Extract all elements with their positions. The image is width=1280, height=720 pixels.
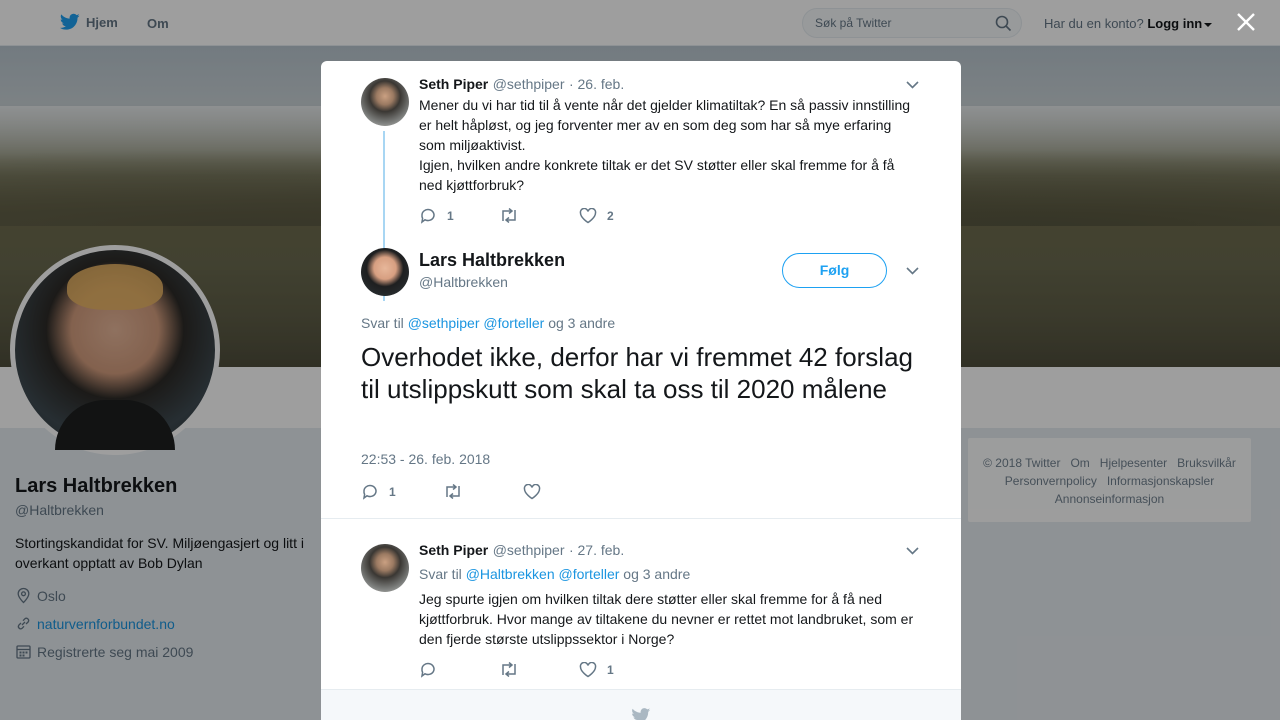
close-icon[interactable] xyxy=(1236,12,1256,32)
like-action[interactable]: 2 xyxy=(579,207,614,224)
tweet-actions: 1 xyxy=(419,661,614,678)
heart-icon xyxy=(579,661,597,677)
avatar[interactable] xyxy=(361,544,409,592)
avatar[interactable] xyxy=(361,248,409,296)
reply-prefix: Svar til xyxy=(419,566,462,582)
chevron-down-icon[interactable] xyxy=(906,81,919,89)
reply-icon xyxy=(362,484,377,500)
reply-count: 1 xyxy=(447,208,454,223)
reply-icon xyxy=(420,208,435,224)
reply-action[interactable]: 1 xyxy=(361,483,443,500)
main-tweet-author-name[interactable]: Lars Haltbrekken xyxy=(419,250,565,271)
tweet-header: Seth Piper @sethpiper · 26. feb. xyxy=(419,76,624,94)
retweet-icon xyxy=(502,662,516,677)
main-tweet-author-handle[interactable]: @Haltbrekken xyxy=(419,274,508,290)
tweet-author-name[interactable]: Seth Piper xyxy=(419,76,488,92)
tweet-author-handle[interactable]: @sethpiper xyxy=(493,542,565,558)
reply-action[interactable]: 1 xyxy=(419,207,499,224)
like-count: 2 xyxy=(607,208,614,223)
avatar[interactable] xyxy=(361,78,409,126)
mention-link[interactable]: @forteller xyxy=(559,566,620,582)
tweet-permalink-modal: Seth Piper @sethpiper · 26. feb. Mener d… xyxy=(321,61,961,720)
chevron-down-icon[interactable] xyxy=(906,267,919,275)
tweet-text: Mener du vi har tid til å vente når det … xyxy=(419,97,911,153)
modal-footer xyxy=(321,689,961,720)
tweet-date[interactable]: · 27. feb. xyxy=(569,542,624,558)
retweet-icon xyxy=(446,484,460,499)
tweet-text: Jeg spurte igjen om hvilken tiltak dere … xyxy=(419,591,914,647)
reply-context: Svar til @sethpiper @forteller og 3 andr… xyxy=(361,315,615,331)
mention-link[interactable]: @sethpiper xyxy=(408,315,480,331)
like-action[interactable] xyxy=(523,483,541,500)
tweet-author-handle[interactable]: @sethpiper xyxy=(493,76,565,92)
heart-icon xyxy=(579,207,597,223)
reply-suffix[interactable]: og 3 andre xyxy=(548,315,615,331)
tweet-actions: 1 2 xyxy=(419,207,614,224)
like-action[interactable]: 1 xyxy=(579,661,614,678)
follow-button[interactable]: Følg xyxy=(782,253,887,288)
reply-count: 1 xyxy=(389,484,396,499)
retweet-action[interactable] xyxy=(499,662,579,677)
tweet-date[interactable]: · 26. feb. xyxy=(569,76,624,92)
reply-prefix: Svar til xyxy=(361,315,404,331)
mention-link[interactable]: @Haltbrekken xyxy=(466,566,555,582)
retweet-action[interactable] xyxy=(443,484,523,499)
tweet-header: Seth Piper @sethpiper · 27. feb. xyxy=(419,542,624,560)
reply-action[interactable] xyxy=(419,661,499,678)
tweet-timestamp[interactable]: 22:53 - 26. feb. 2018 xyxy=(361,451,490,467)
mention-link[interactable]: @forteller xyxy=(483,315,544,331)
main-tweet-text: Overhodet ikke, derfor har vi fremmet 42… xyxy=(361,342,914,404)
twitter-bird-icon xyxy=(632,708,651,720)
reply-suffix[interactable]: og 3 andre xyxy=(623,566,690,582)
tweet-author-name[interactable]: Seth Piper xyxy=(419,542,488,558)
chevron-down-icon[interactable] xyxy=(906,547,919,555)
divider xyxy=(321,518,961,519)
reply-context: Svar til @Haltbrekken @forteller og 3 an… xyxy=(419,566,690,582)
main-tweet-actions: 1 xyxy=(361,483,541,500)
retweet-icon xyxy=(502,208,516,223)
reply-icon xyxy=(420,662,435,678)
heart-icon xyxy=(523,483,541,499)
retweet-action[interactable] xyxy=(499,208,579,223)
tweet-text-continued: Igjen, hvilken andre konkrete tiltak er … xyxy=(419,157,895,193)
like-count: 1 xyxy=(607,662,614,677)
